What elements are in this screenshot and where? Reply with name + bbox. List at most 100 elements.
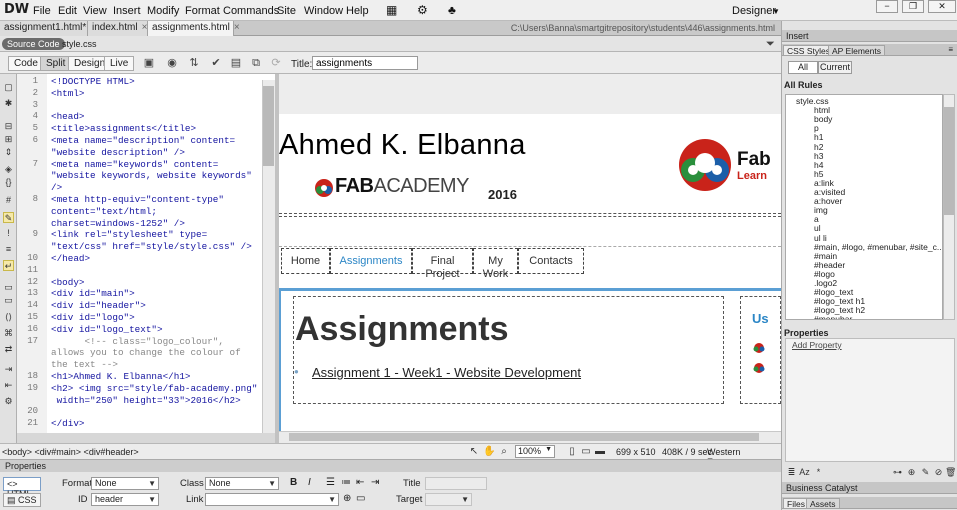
new-rule-icon[interactable]: ⊕ [906,467,917,478]
word-wrap-icon[interactable]: ↵ [3,260,14,271]
chevron-down-icon[interactable]: ▼ [772,7,780,16]
tab-index[interactable]: index.html × [88,21,148,36]
html-mode-button[interactable]: <> HTML [3,477,41,499]
point-to-file-icon[interactable]: ⊕ [343,493,351,504]
menu-insert[interactable]: Insert [113,5,141,17]
code-line[interactable]: <meta http-equiv="content-type" [51,194,224,205]
tab-assignments[interactable]: assignments.html × [148,21,240,36]
workspace-switcher[interactable]: Designer [732,5,776,17]
close-icon[interactable]: × [142,22,148,33]
hand-icon[interactable]: ✋ [483,446,495,458]
restore-button[interactable]: ❐ [902,0,924,13]
tab-css-styles[interactable]: CSS Styles [783,45,834,56]
business-catalyst-header[interactable]: Business Catalyst [782,482,957,494]
pointer-icon[interactable]: ↖ [468,446,480,458]
tablet-size-icon[interactable]: ▭ [580,446,592,458]
code-line[interactable]: <!DOCTYPE HTML> [51,76,135,87]
split-view-button[interactable]: Split [40,56,72,71]
balance-braces-icon[interactable]: {} [3,177,14,188]
code-view-button[interactable]: Code [8,56,44,71]
code-line[interactable]: <head> [51,111,84,122]
remove-comment-icon[interactable]: ▭ [3,295,14,306]
line-numbers-icon[interactable]: # [3,195,14,206]
nav-my-work[interactable]: My Work [473,248,518,280]
code-line[interactable]: <meta name="description" content= [51,135,235,146]
indent-icon[interactable]: ⇥ [371,477,379,488]
live-view-button[interactable]: Live [104,56,135,71]
code-line[interactable]: <!-- class="logo_colour", [51,336,223,347]
menu-file[interactable]: File [33,5,51,17]
format-source-icon[interactable]: ⚙ [3,396,14,407]
menu-window[interactable]: Window [304,5,343,17]
collapse-tag-icon[interactable]: ⊟ [3,121,14,132]
all-mode-button[interactable]: All [788,61,818,74]
menu-commands[interactable]: Commands [223,5,279,17]
code-line[interactable]: allows you to change the colour of [51,347,241,358]
properties-list[interactable] [785,338,955,462]
trash-icon[interactable]: 🗑 [945,467,956,478]
nav-home[interactable]: Home [281,248,330,274]
code-scroll-thumb[interactable] [263,86,274,166]
menu-modify[interactable]: Modify [147,5,179,17]
tab-assets[interactable]: Assets [806,498,840,509]
disable-property-icon[interactable]: ⊘ [933,467,944,478]
insert-panel-header[interactable]: Insert [782,30,957,42]
az-view-icon[interactable]: Az [799,467,810,478]
code-line[interactable]: the text --> [51,359,118,370]
open-documents-icon[interactable]: ▢ [3,82,14,93]
nav-final-project[interactable]: Final Project [412,248,473,280]
set-properties-icon[interactable]: * [813,467,824,478]
wrap-tag-icon[interactable]: ⟨⟩ [3,312,14,323]
file-management-icon[interactable]: ⇅ [186,57,202,70]
collapse-selection-icon[interactable]: ⊞ [3,134,14,145]
code-view[interactable]: 1 2 3 4 5 6 7 8 9 10 11 12 13 14 15 16 17 18 19 20 21 <!DOCT… [17,74,275,433]
tab-assignment1[interactable]: assignment1.html*× [0,21,96,36]
title-input[interactable] [312,56,418,70]
code-line[interactable]: <div id="header"> [51,300,146,311]
code-line[interactable]: </head> [51,253,90,264]
code-line[interactable]: <body> [51,277,84,288]
code-line[interactable]: /> [51,182,62,193]
recent-snippets-icon[interactable]: ⌘ [3,328,14,339]
title-field[interactable] [425,477,487,490]
minimize-button[interactable]: − [876,0,898,13]
code-line[interactable]: <h2> <img src="style/fab-academy.png" [51,383,257,394]
preview-browser-icon[interactable]: ◉ [164,57,180,70]
code-line[interactable]: <h1>Ahmed K. Elbanna</h1> [51,371,190,382]
syntax-error-icon[interactable]: ! [3,228,14,239]
assignment-1-link[interactable]: Assignment 1 - Week1 - Website Developme… [312,365,581,380]
site-icon[interactable]: ♣ [448,3,456,17]
zoom-select[interactable]: 100% ▼ [515,445,555,458]
edit-rule-icon[interactable]: ✎ [920,467,931,478]
bold-button[interactable]: B [290,477,297,488]
css-rules-tree[interactable]: style.css html body p h1 h2 h3 h4 h5 a:link a:visi… [785,94,943,320]
id-select[interactable]: header ▼ [91,493,159,506]
expand-all-icon[interactable]: ⇕ [3,147,14,158]
gear-icon[interactable]: ⚙ [417,3,428,17]
menu-view[interactable]: View [83,5,107,17]
category-view-icon[interactable]: ≣ [786,467,797,478]
mobile-size-icon[interactable]: ▯ [566,446,578,458]
filter-icon[interactable]: ⏷ [766,38,775,51]
ordered-list-icon[interactable]: ≔ [341,477,351,488]
related-file-style-css[interactable]: style.css [62,39,97,49]
italic-button[interactable]: I [308,477,311,488]
code-line[interactable]: "website keywords, website keywords" [51,170,252,181]
menu-format[interactable]: Format [185,5,220,17]
code-line[interactable]: width="250" height="33">2016</h2> [51,395,241,406]
menu-help[interactable]: Help [346,5,369,17]
panel-menu-icon[interactable]: ≡ [948,44,953,56]
code-line[interactable]: "text/css" href="style/style.css" /> [51,241,252,252]
code-line[interactable]: <html> [51,88,84,99]
tag-selector[interactable]: <body> <div#main> <div#header> [2,447,139,457]
code-line[interactable]: charset=windows-1252" /> [51,218,185,229]
w3c-validation-icon[interactable]: ✔ [208,57,224,70]
design-scroll-thumb[interactable] [289,433,759,441]
link-input[interactable]: ▼ [205,493,339,506]
refresh-icon[interactable]: ⟳ [268,57,284,70]
close-button[interactable]: ✕ [928,0,956,13]
menu-edit[interactable]: Edit [58,5,77,17]
menu-site[interactable]: Site [277,5,296,17]
code-line[interactable]: <div id="logo"> [51,312,135,323]
add-property-link[interactable]: Add Property [792,340,842,350]
